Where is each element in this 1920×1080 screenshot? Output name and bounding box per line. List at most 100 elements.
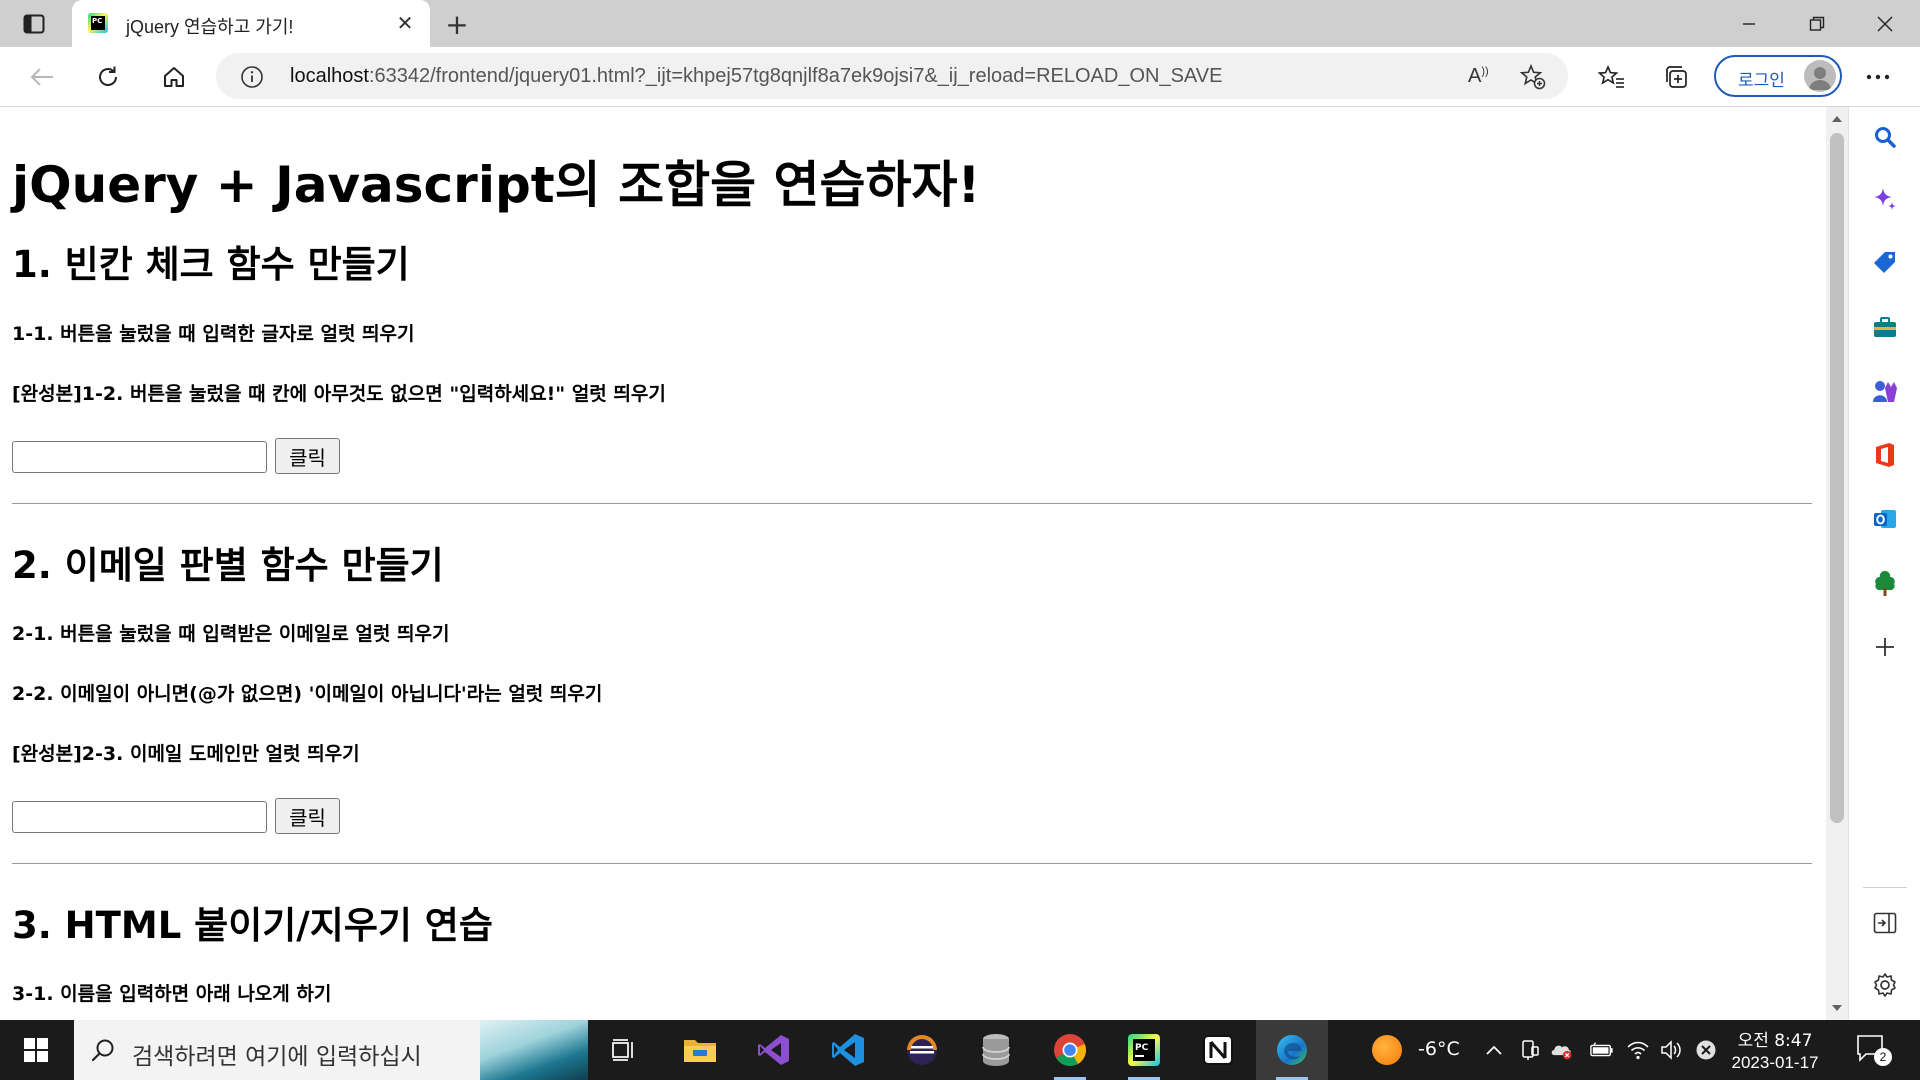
add-favorite-icon[interactable] [1520,64,1546,90]
sidebar-discover-icon[interactable] [1869,183,1901,215]
weather-temperature[interactable]: -6°C [1418,1038,1460,1060]
vertical-scrollbar[interactable] [1826,107,1848,1020]
sidebar-hide-icon[interactable] [1869,907,1901,939]
database-icon [982,1034,1010,1066]
sidebar-search-icon[interactable] [1869,121,1901,153]
tray-device-icon[interactable] [1518,1038,1542,1062]
favorites-button[interactable] [1594,59,1630,95]
url-text[interactable]: localhost:63342/frontend/jquery01.html?_… [290,65,1222,88]
task-view-icon [612,1039,633,1061]
pycharm-icon: PC [1128,1034,1160,1066]
back-button[interactable] [24,59,60,95]
search-highlight-image [480,1020,588,1080]
notion-icon [1203,1035,1233,1065]
favorites-icon [1598,64,1624,88]
settings-more-button[interactable] [1860,59,1896,95]
notification-count-badge: 2 [1874,1048,1892,1066]
tab-actions-button[interactable] [16,10,52,38]
restore-icon [1809,16,1825,31]
sidebar-outlook-icon[interactable] [1869,503,1901,535]
section-divider [12,503,1812,504]
tray-overflow-chevron-icon[interactable] [1482,1038,1506,1062]
tray-do-not-disturb-icon[interactable] [1694,1038,1718,1062]
section1-item-2: [완성본]1-2. 버튼을 눌렀을 때 칸에 아무것도 없으면 "입력하세요!"… [12,383,666,405]
section3-title: 3. HTML 붙이기/지우기 연습 [12,904,493,947]
page-viewport: jQuery + Javascript의 조합을 연습하자! 1. 빈칸 체크 … [0,107,1826,1020]
section2-item-2: 2-2. 이메일이 아니면(@가 없으면) '이메일이 아닙니다'라는 얼럿 띄… [12,683,603,705]
pycharm-favicon-icon: PC [88,13,108,33]
refresh-button[interactable] [90,59,126,95]
taskbar-database[interactable] [960,1020,1032,1080]
sidebar-settings-gear-icon[interactable] [1869,969,1901,1001]
more-dots-icon [1866,74,1890,80]
vscode-icon [832,1034,864,1066]
restore-button[interactable] [1784,0,1850,47]
taskbar-file-explorer[interactable] [664,1020,736,1080]
section3-item-1: 3-1. 이름을 입력하면 아래 나오게 하기 [12,983,332,1005]
site-info-icon[interactable] [240,65,264,89]
avatar [1804,60,1836,92]
notification-center-button[interactable]: 2 [1856,1034,1896,1068]
taskbar-pycharm[interactable]: PC [1108,1020,1180,1080]
sidebar-drop-tree-icon[interactable] [1869,567,1901,599]
taskbar-edge[interactable] [1256,1020,1328,1080]
task-view-button[interactable] [588,1020,660,1080]
sidebar-tools-icon[interactable] [1869,311,1901,343]
browser-tab-strip: PC jQuery 연습하고 가기! ✕ + [0,0,1920,47]
sidebar-shopping-icon[interactable] [1869,247,1901,279]
chrome-icon [1054,1034,1086,1067]
scrollbar-thumb[interactable] [1830,133,1844,823]
sidebar-office-icon[interactable] [1869,439,1901,471]
minimize-icon [1743,22,1755,25]
email-input[interactable] [12,801,267,833]
taskbar-notion[interactable] [1182,1020,1254,1080]
taskbar-visual-studio[interactable] [738,1020,810,1080]
tab-actions-icon [23,14,45,34]
read-aloud-icon[interactable]: A)) [1468,65,1489,88]
clock-time[interactable]: 오전 8:47 [1720,1026,1830,1051]
windows-taskbar: 검색하려면 여기에 입력하십시 PC -6°C 오전 8:47 2023-01-… [0,1020,1920,1080]
blank-check-click-button[interactable]: 클릭 [275,438,340,474]
minimize-button[interactable] [1716,0,1782,47]
new-tab-button[interactable]: + [442,8,472,41]
section2-item-1: 2-1. 버튼을 눌렀을 때 입력받은 이메일로 얼럿 띄우기 [12,623,450,645]
section1-item-1: 1-1. 버튼을 눌렀을 때 입력한 글자로 얼럿 띄우기 [12,323,415,345]
eclipse-icon [907,1035,937,1065]
weather-sun-icon[interactable] [1372,1035,1402,1065]
section-divider [12,863,1812,864]
profile-login-button[interactable]: 로그인 [1714,55,1842,97]
email-click-button[interactable]: 클릭 [275,798,340,834]
tab-close-icon[interactable]: ✕ [394,11,416,35]
windows-logo-icon [24,1038,48,1062]
home-icon [164,67,184,87]
file-explorer-icon [684,1040,716,1062]
taskbar-vscode[interactable] [812,1020,884,1080]
close-window-button[interactable] [1852,0,1918,47]
address-bar[interactable]: localhost:63342/frontend/jquery01.html?_… [216,53,1568,99]
sidebar-games-icon[interactable] [1869,375,1901,407]
search-icon [91,1039,114,1062]
scroll-down-icon[interactable] [1831,1002,1843,1014]
start-button[interactable] [8,1020,64,1080]
tray-volume-icon[interactable] [1660,1038,1684,1062]
tray-battery-icon[interactable] [1590,1038,1614,1062]
back-arrow-icon [30,68,53,86]
section1-title: 1. 빈칸 체크 함수 만들기 [12,243,410,286]
blank-check-input[interactable] [12,441,267,473]
collections-button[interactable] [1658,59,1694,95]
tray-onedrive-error-icon[interactable] [1550,1038,1574,1062]
section2-title: 2. 이메일 판별 함수 만들기 [12,544,444,587]
close-icon [1877,16,1893,31]
taskbar-search-box[interactable]: 검색하려면 여기에 입력하십시 [74,1020,588,1080]
tab-title: jQuery 연습하고 가기! [126,17,294,37]
active-tab[interactable]: PC jQuery 연습하고 가기! ✕ [72,0,430,47]
taskbar-eclipse[interactable] [886,1020,958,1080]
taskbar-chrome[interactable] [1034,1020,1106,1080]
scroll-up-icon[interactable] [1831,113,1843,125]
svg-text:PC: PC [1135,1043,1149,1053]
sidebar-add-icon[interactable] [1869,631,1901,663]
tray-wifi-icon[interactable] [1626,1038,1650,1062]
clock-date[interactable]: 2023-01-17 [1720,1053,1830,1073]
home-button[interactable] [156,59,192,95]
search-placeholder: 검색하려면 여기에 입력하십시 [132,1044,422,1070]
